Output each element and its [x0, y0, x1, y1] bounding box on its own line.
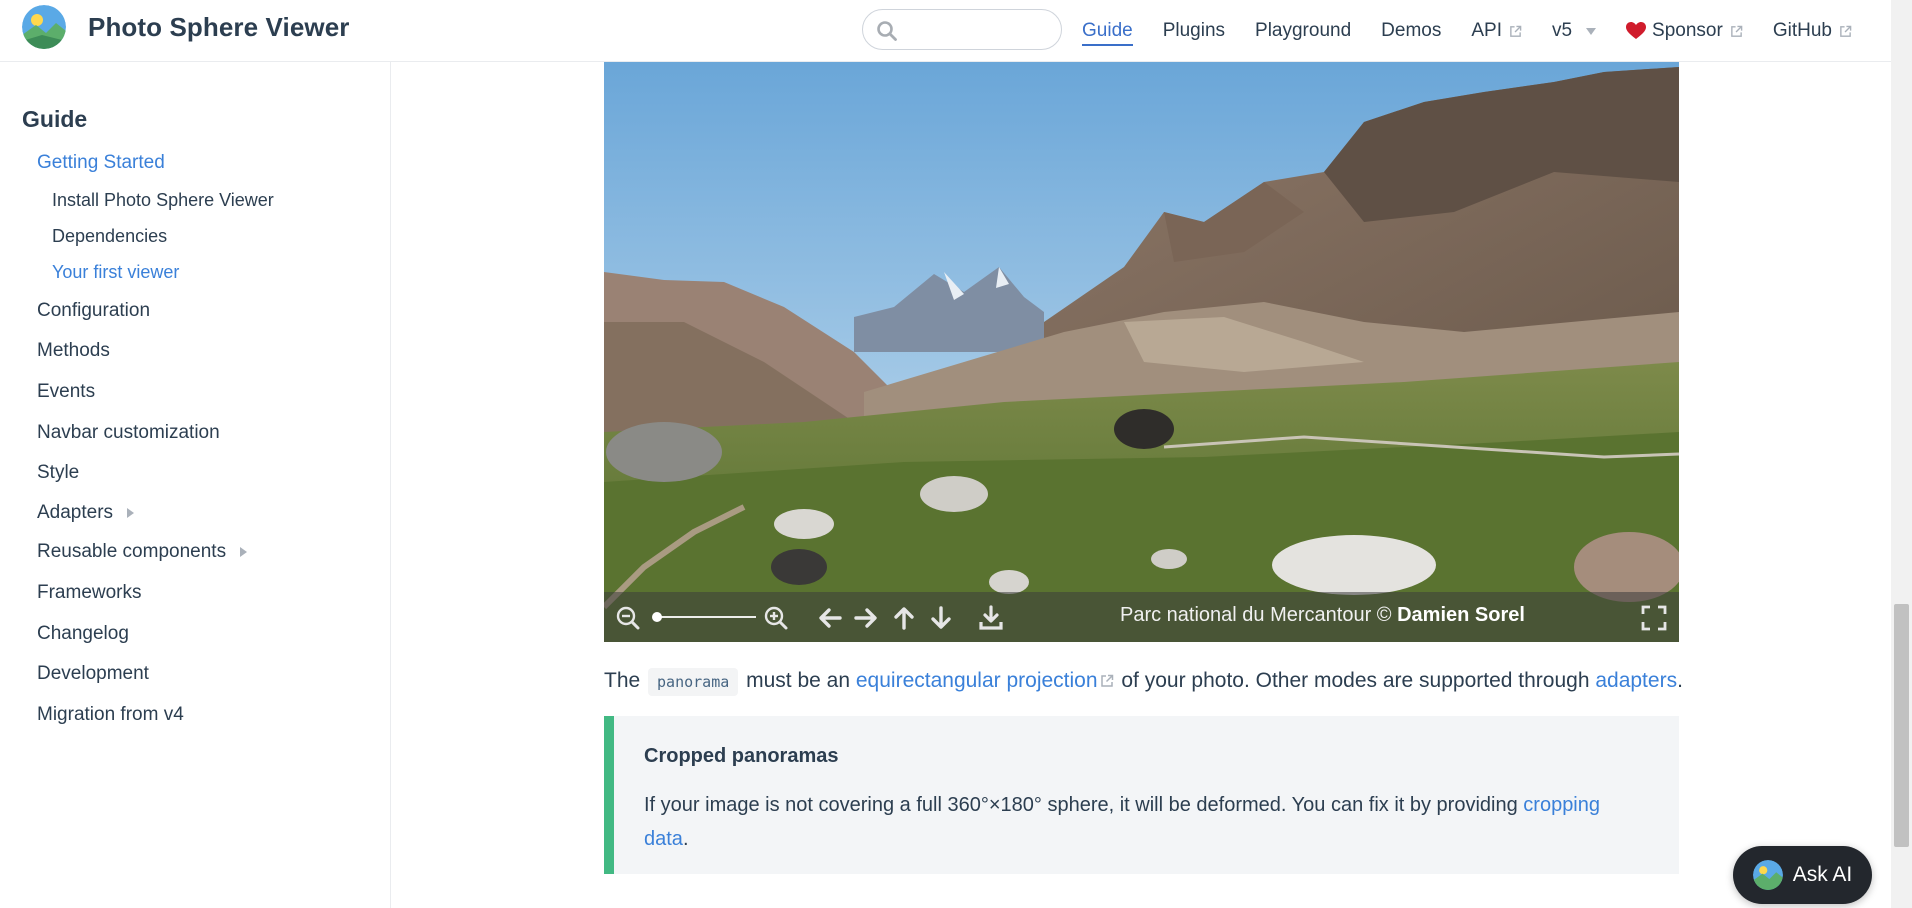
nav-version-dropdown[interactable]: v5: [1551, 0, 1597, 62]
para-text-the: The: [604, 669, 641, 692]
zoom-out-icon: [616, 606, 640, 630]
external-link-icon: [1730, 25, 1743, 37]
search-icon: [877, 21, 897, 41]
nav-github[interactable]: GitHub: [1773, 0, 1852, 62]
sidebar-item-development[interactable]: Development: [37, 663, 149, 685]
nav-demos[interactable]: Demos: [1381, 0, 1441, 62]
download-button[interactable]: [977, 604, 1005, 632]
arrow-right-icon: [854, 608, 877, 628]
sidebar-item-getting-started[interactable]: Getting Started: [37, 152, 165, 174]
nav-plugins-label: Plugins: [1162, 20, 1226, 41]
fullscreen-button[interactable]: [1640, 604, 1668, 632]
sidebar-item-events[interactable]: Events: [37, 381, 95, 403]
nav-plugins[interactable]: Plugins: [1163, 0, 1225, 62]
panorama-image[interactable]: [604, 62, 1679, 642]
nav-guide[interactable]: Guide: [1082, 0, 1133, 62]
equirectangular-link-label: equirectangular projection: [855, 669, 1098, 692]
search-box[interactable]: [862, 9, 1062, 50]
arrow-up-icon: [894, 607, 914, 630]
panorama-viewer[interactable]: Parc national du Mercantour © Damien Sor…: [604, 62, 1679, 642]
move-up-button[interactable]: [890, 604, 918, 632]
external-link-icon: [1100, 674, 1113, 687]
page-scrollbar[interactable]: [1891, 0, 1912, 908]
intro-paragraph: The panorama must be an equirectangular …: [604, 666, 1694, 697]
move-down-button[interactable]: [927, 604, 955, 632]
sidebar-item-style[interactable]: Style: [37, 462, 79, 484]
sidebar-item-reusable-components-label: Reusable components: [37, 541, 227, 562]
chevron-right-icon: [127, 508, 135, 518]
nav-github-label: GitHub: [1772, 20, 1832, 41]
sidebar-item-navbar-customization[interactable]: Navbar customization: [37, 422, 220, 444]
arrow-down-icon: [931, 606, 951, 629]
tip-end: .: [682, 828, 689, 850]
para-text-end: .: [1677, 669, 1683, 692]
tip-box: Cropped panoramas If your image is not c…: [604, 716, 1679, 874]
sidebar-item-dependencies[interactable]: Dependencies: [52, 226, 167, 247]
sidebar-item-migration[interactable]: Migration from v4: [37, 704, 184, 726]
nav-playground[interactable]: Playground: [1255, 0, 1351, 62]
tip-text: If your image is not covering a full 360…: [644, 788, 1644, 856]
brand-link[interactable]: Photo Sphere Viewer: [22, 5, 350, 49]
para-text-after: of your photo. Other modes are supported…: [1121, 669, 1590, 692]
zoom-in-icon: [764, 606, 788, 630]
heart-icon: [1626, 22, 1647, 39]
move-right-button[interactable]: [852, 604, 880, 632]
sidebar-item-methods[interactable]: Methods: [37, 340, 110, 362]
inline-code-panorama: panorama: [648, 668, 739, 696]
download-icon: [979, 605, 1003, 630]
para-text-mid: must be an: [746, 669, 851, 692]
caption-author: Damien Sorel: [1397, 604, 1525, 626]
logo-icon: [22, 5, 66, 49]
sidebar-item-reusable-components[interactable]: Reusable components: [37, 541, 248, 563]
nav-playground-label: Playground: [1255, 20, 1352, 41]
zoom-in-button[interactable]: [762, 604, 790, 632]
arrow-left-icon: [819, 608, 842, 628]
sidebar-item-frameworks[interactable]: Frameworks: [37, 582, 142, 604]
external-link-icon: [1840, 25, 1852, 37]
top-navbar: Photo Sphere Viewer Guide Plugins Playgr…: [0, 0, 1891, 62]
scrollbar-thumb[interactable]: [1894, 604, 1909, 847]
sidebar-item-first-viewer[interactable]: Your first viewer: [52, 262, 179, 283]
main-nav: Guide Plugins Playground Demos API v5 Sp…: [1082, 0, 1882, 62]
sidebar-item-adapters-label: Adapters: [37, 502, 114, 523]
nav-api[interactable]: API: [1471, 0, 1522, 62]
sidebar: [0, 62, 391, 908]
nav-demos-label: Demos: [1381, 20, 1442, 41]
sidebar-heading[interactable]: Guide: [22, 106, 87, 133]
chevron-right-icon: [240, 547, 248, 557]
zoom-slider-handle[interactable]: [652, 612, 662, 622]
site-title: Photo Sphere Viewer: [88, 11, 350, 42]
nav-api-label: API: [1471, 20, 1502, 41]
logo-icon: [1752, 860, 1783, 890]
tip-body: If your image is not covering a full 360…: [644, 794, 1518, 816]
nav-version-label: v5: [1551, 20, 1573, 41]
fullscreen-icon: [1641, 605, 1667, 631]
sidebar-item-changelog[interactable]: Changelog: [37, 623, 129, 645]
adapters-link[interactable]: adapters: [1595, 669, 1677, 692]
external-link-icon: [1510, 25, 1522, 37]
ask-ai-button[interactable]: Ask AI: [1733, 846, 1872, 904]
nav-guide-label: Guide: [1082, 20, 1133, 41]
move-left-button[interactable]: [816, 604, 844, 632]
chevron-down-icon: [1586, 27, 1597, 35]
zoom-out-button[interactable]: [614, 604, 642, 632]
nav-sponsor-label: Sponsor: [1652, 20, 1723, 41]
tip-title: Cropped panoramas: [644, 745, 839, 767]
ask-ai-label: Ask AI: [1792, 863, 1853, 886]
sidebar-item-install[interactable]: Install Photo Sphere Viewer: [52, 190, 274, 211]
search-input[interactable]: [903, 16, 1053, 44]
caption-text: Parc national du Mercantour ©: [1120, 604, 1398, 626]
zoom-slider-track[interactable]: [656, 616, 756, 618]
viewer-navbar: Parc national du Mercantour © Damien Sor…: [604, 592, 1679, 642]
equirectangular-link[interactable]: equirectangular projection: [856, 669, 1116, 692]
nav-sponsor[interactable]: Sponsor: [1626, 0, 1743, 62]
panorama-caption: Parc national du Mercantour © Damien Sor…: [1120, 604, 1525, 627]
sidebar-item-adapters[interactable]: Adapters: [37, 502, 135, 524]
sidebar-item-configuration[interactable]: Configuration: [37, 300, 150, 322]
active-underline: [1082, 44, 1133, 46]
